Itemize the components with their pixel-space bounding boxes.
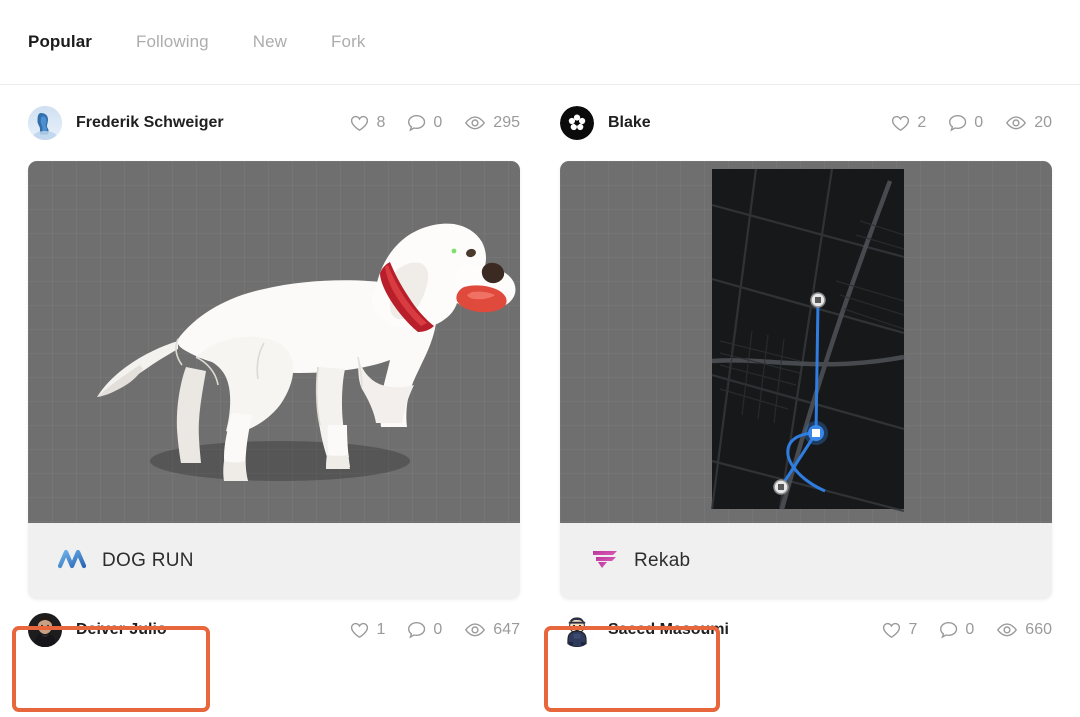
- like-count: 2: [917, 114, 927, 131]
- like-stat[interactable]: 8: [350, 114, 385, 132]
- post-stats: 2 0 20: [891, 114, 1052, 132]
- heart-icon: [891, 115, 910, 132]
- comment-bubble-icon: [407, 621, 426, 639]
- post-author-name: Deiver Julio: [76, 621, 167, 638]
- feed-content: Frederik Schweiger 8 0 295 DOG RUN Deive…: [0, 85, 1080, 717]
- view-count: 660: [1025, 621, 1052, 638]
- like-stat[interactable]: 1: [350, 621, 385, 639]
- comment-count: 0: [965, 621, 975, 638]
- thumbnail-dog-illustration[interactable]: [28, 161, 520, 523]
- post-stats: 7 0 660: [882, 621, 1052, 639]
- avatar-frederik-schweiger[interactable]: [28, 106, 62, 140]
- tab-fork[interactable]: Fork: [331, 32, 365, 52]
- tab-new[interactable]: New: [253, 32, 287, 52]
- post-author-name: Saeed Masoumi: [608, 621, 729, 638]
- tab-popular[interactable]: Popular: [28, 32, 92, 52]
- view-stat[interactable]: 647: [464, 621, 520, 639]
- like-count: 1: [376, 621, 386, 638]
- view-count: 647: [493, 621, 520, 638]
- card-footer-dogrun: DOG RUN: [28, 523, 520, 599]
- post-footer-2: Saeed Masoumi 7 0 660: [560, 599, 1052, 661]
- like-count: 7: [908, 621, 918, 638]
- avatar-saeed-masoumi[interactable]: [560, 613, 594, 647]
- heart-icon: [350, 115, 369, 132]
- dogrun-logo-icon: [57, 548, 88, 575]
- comment-bubble-icon: [948, 114, 967, 132]
- thumbnail-map-route-mockup[interactable]: [560, 161, 1052, 523]
- view-stat[interactable]: 20: [1005, 114, 1052, 132]
- like-count: 8: [376, 114, 386, 131]
- eye-icon: [464, 622, 486, 638]
- comment-count: 0: [974, 114, 984, 131]
- feed-column-2: Blake 2 0 20 Rekab Saeed Masoumi 7 0 660: [560, 85, 1052, 661]
- rekab-logo-icon: [590, 547, 620, 576]
- view-count: 295: [493, 114, 520, 131]
- eye-icon: [464, 115, 486, 131]
- view-stat[interactable]: 660: [996, 621, 1052, 639]
- post-header-1: Frederik Schweiger 8 0 295: [28, 85, 520, 161]
- comment-bubble-icon: [939, 621, 958, 639]
- brand-label-dogrun: DOG RUN: [102, 550, 194, 571]
- brand-label-rekab: Rekab: [634, 550, 691, 571]
- comment-stat[interactable]: 0: [407, 114, 442, 132]
- post-footer-1: Deiver Julio 1 0 647: [28, 599, 520, 661]
- comment-stat[interactable]: 0: [948, 114, 983, 132]
- comment-stat[interactable]: 0: [407, 621, 442, 639]
- post-header-2: Blake 2 0 20: [560, 85, 1052, 161]
- heart-icon: [350, 622, 369, 639]
- feed-column-1: Frederik Schweiger 8 0 295 DOG RUN Deive…: [28, 85, 520, 661]
- view-count: 20: [1034, 114, 1052, 131]
- post-card-dogrun[interactable]: DOG RUN: [28, 161, 520, 599]
- post-author-name: Frederik Schweiger: [76, 114, 224, 131]
- avatar-deiver-julio[interactable]: [28, 613, 62, 647]
- like-stat[interactable]: 7: [882, 621, 917, 639]
- primary-tab-bar: Popular Following New Fork: [0, 0, 1080, 85]
- like-stat[interactable]: 2: [891, 114, 926, 132]
- post-card-rekab[interactable]: Rekab: [560, 161, 1052, 599]
- comment-count: 0: [433, 114, 443, 131]
- post-stats: 8 0 295: [350, 114, 520, 132]
- tab-following[interactable]: Following: [136, 32, 209, 52]
- eye-icon: [996, 622, 1018, 638]
- feed-grid: Frederik Schweiger 8 0 295 DOG RUN Deive…: [0, 85, 1080, 661]
- heart-icon: [882, 622, 901, 639]
- comment-count: 0: [433, 621, 443, 638]
- eye-icon: [1005, 115, 1027, 131]
- post-author-name: Blake: [608, 114, 651, 131]
- comment-bubble-icon: [407, 114, 426, 132]
- comment-stat[interactable]: 0: [939, 621, 974, 639]
- view-stat[interactable]: 295: [464, 114, 520, 132]
- post-stats: 1 0 647: [350, 621, 520, 639]
- avatar-blake[interactable]: [560, 106, 594, 140]
- card-footer-rekab: Rekab: [560, 523, 1052, 599]
